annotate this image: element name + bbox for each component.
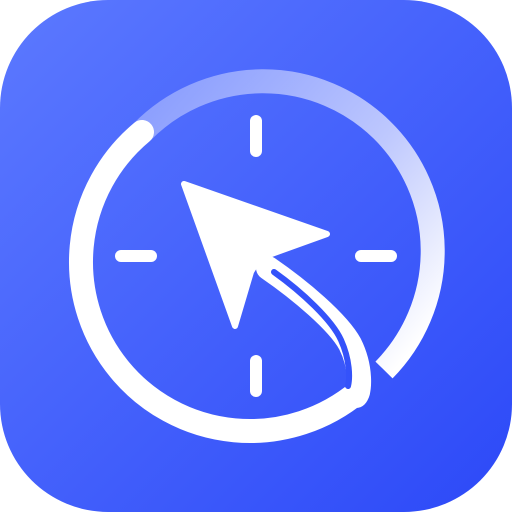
app-icon[interactable] [0,0,512,512]
icon-canvas [0,0,512,512]
compass-clock-cursor-icon [0,0,512,512]
